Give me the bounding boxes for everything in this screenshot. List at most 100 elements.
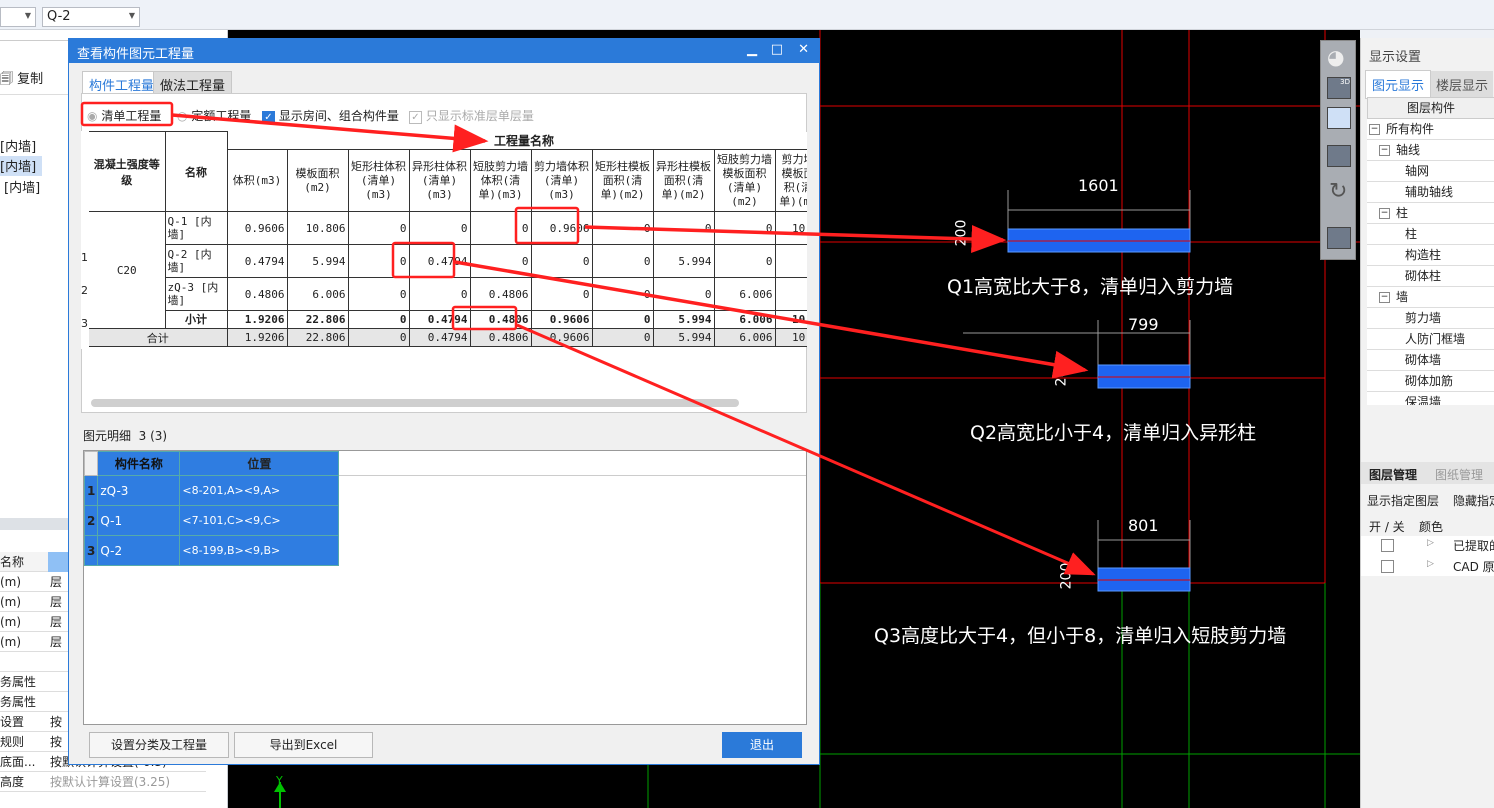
tree-item[interactable]: 辅助轴线 xyxy=(1367,182,1494,203)
value-cell[interactable]: 0 xyxy=(347,328,410,347)
collapse-icon[interactable]: − xyxy=(1379,292,1390,303)
name-cell[interactable]: 小计 xyxy=(164,310,228,329)
value-cell[interactable]: 5.994 xyxy=(286,244,349,278)
horizontal-scrollbar[interactable] xyxy=(91,399,739,407)
tab-element-display[interactable]: 图元显示 xyxy=(1365,70,1432,99)
tree-item[interactable]: 砌体加筋 xyxy=(1367,371,1494,392)
exit-button[interactable]: 退出 xyxy=(722,732,802,758)
tab-drawing-management[interactable]: 图纸管理 xyxy=(1435,466,1483,483)
tree-item[interactable]: − 墙 xyxy=(1367,287,1494,308)
property-value[interactable]: 层 xyxy=(50,612,62,632)
detail-row[interactable]: 1 zQ-3 <8-201,A><9,A> xyxy=(83,475,340,506)
tree-item[interactable]: 保温墙 xyxy=(1367,392,1494,405)
value-cell[interactable]: 0.4806 xyxy=(469,328,532,347)
table-row[interactable]: zQ-3 [内墙] 0.4806 6.006 0 0 0.4806 0 0 0 6.006 xyxy=(89,277,807,311)
std-floor-checkbox[interactable]: ✓ 只显示标准层单层量 xyxy=(409,107,534,124)
tree-item[interactable]: 柱 xyxy=(1367,224,1494,245)
value-cell[interactable]: 0.4794 xyxy=(408,310,471,329)
value-cell[interactable]: 1.9206 xyxy=(226,310,288,329)
tree-item[interactable]: 人防门框墙 xyxy=(1367,329,1494,350)
value-cell[interactable]: 0 xyxy=(591,244,654,278)
tree-item[interactable]: [内墙] xyxy=(0,136,36,155)
value-cell[interactable]: 0.9606 xyxy=(530,211,593,245)
tab-component-qty[interactable]: 构件工程量 xyxy=(82,71,162,94)
value-cell[interactable]: 0 xyxy=(591,211,654,245)
tree-item-selected[interactable]: [内墙] xyxy=(0,156,42,176)
component-dropdown[interactable]: Q-2 ▼ xyxy=(42,7,140,27)
layer-toggle-checkbox[interactable] xyxy=(1381,539,1394,552)
value-cell[interactable]: 0.9606 xyxy=(226,211,288,245)
value-cell[interactable]: 0 xyxy=(408,277,471,311)
name-cell[interactable]: zQ-3 [内墙] xyxy=(164,277,228,311)
bill-qty-radio[interactable]: ◉ 清单工程量 xyxy=(87,107,161,124)
property-value[interactable]: 按 xyxy=(50,732,62,752)
hide-layer-button[interactable]: 隐藏指定 xyxy=(1453,492,1494,509)
component-name[interactable]: zQ-3 xyxy=(97,475,181,506)
value-cell[interactable]: 0 xyxy=(591,277,654,311)
tab-floor-display[interactable]: 楼层显示 xyxy=(1431,71,1494,98)
component-name[interactable]: Q-1 xyxy=(97,505,181,536)
value-cell[interactable]: 0 xyxy=(591,310,654,329)
property-value[interactable]: 按 xyxy=(50,712,62,732)
table-row[interactable]: 小计 1.9206 22.806 0 0.4794 0.4806 0.9606 0 5.994 6… xyxy=(89,310,807,329)
maximize-icon[interactable]: □ xyxy=(771,42,783,57)
minimize-icon[interactable]: ▁ xyxy=(747,42,757,57)
value-cell[interactable]: 0 xyxy=(591,328,654,347)
value-cell[interactable]: 10.806 xyxy=(286,211,349,245)
value-cell[interactable]: 5.994 xyxy=(652,328,715,347)
value-cell[interactable] xyxy=(774,277,807,311)
value-cell[interactable]: 0.4806 xyxy=(469,277,532,311)
property-value[interactable]: 层 xyxy=(50,572,62,592)
collapse-icon[interactable]: − xyxy=(1379,145,1390,156)
tree-item[interactable]: 轴网 xyxy=(1367,161,1494,182)
total-row[interactable]: 合计 1.9206 22.806 0 0.4794 0.4806 0.9606 0 5.994 6… xyxy=(89,328,807,347)
rotate-icon[interactable]: ↻ xyxy=(1329,179,1347,204)
show-rooms-checkbox[interactable]: ✓ 显示房间、组合构件量 xyxy=(262,107,399,124)
wireframe-icon[interactable] xyxy=(1327,107,1351,129)
show-layer-button[interactable]: 显示指定图层 xyxy=(1367,492,1439,509)
value-cell[interactable]: 0 xyxy=(347,310,410,329)
tab-method-qty[interactable]: 做法工程量 xyxy=(153,71,233,94)
tree-item[interactable]: 剪力墙 xyxy=(1367,308,1494,329)
value-cell[interactable]: 0 xyxy=(347,211,410,245)
table-row[interactable]: C20Q-1 [内墙]0.960610.8060000.960600010.8 xyxy=(89,211,807,329)
value-cell[interactable]: 5.994 xyxy=(652,310,715,329)
value-cell[interactable]: 0 xyxy=(652,211,715,245)
value-cell[interactable]: 0 xyxy=(713,211,776,245)
value-cell[interactable]: 10.8 xyxy=(774,211,807,245)
close-icon[interactable]: ✕ xyxy=(798,42,809,57)
value-cell[interactable]: 0 xyxy=(408,211,471,245)
position-cell[interactable]: <8-201,A><9,A> xyxy=(179,475,340,506)
position-cell[interactable]: <8-199,B><9,B> xyxy=(179,535,340,566)
value-cell[interactable]: 0 xyxy=(530,277,593,311)
name-cell[interactable]: Q-2 [内墙] xyxy=(164,244,228,278)
value-cell[interactable]: 22.806 xyxy=(286,328,349,347)
value-cell[interactable]: 0.9606 xyxy=(530,310,593,329)
property-value[interactable]: 层 xyxy=(50,632,62,652)
value-cell[interactable]: 0 xyxy=(713,244,776,278)
layer-toggle-checkbox[interactable] xyxy=(1381,560,1394,573)
value-cell[interactable]: 0 xyxy=(469,211,532,245)
solid-view-icon[interactable] xyxy=(1327,145,1351,167)
value-cell[interactable]: 0 xyxy=(347,244,410,278)
value-cell[interactable]: 0 xyxy=(530,244,593,278)
value-cell[interactable]: 0 xyxy=(347,277,410,311)
component-name[interactable]: Q-2 xyxy=(97,535,181,566)
value-cell[interactable]: 0 xyxy=(469,244,532,278)
property-value[interactable]: 按默认计算设置(3.25) xyxy=(50,772,170,792)
export-excel-button[interactable]: 导出到Excel xyxy=(234,732,373,758)
tree-item[interactable]: − 轴线 xyxy=(1367,140,1494,161)
value-cell[interactable]: 0.4794 xyxy=(408,244,471,278)
tree-item[interactable]: − 所有构件 xyxy=(1367,119,1494,140)
value-cell[interactable]: 10.8 xyxy=(774,328,807,347)
value-cell[interactable]: 0.4806 xyxy=(226,277,288,311)
property-value[interactable]: 层 xyxy=(50,592,62,612)
detail-row[interactable]: 3 Q-2 <8-199,B><9,B> xyxy=(83,535,340,566)
value-cell[interactable]: 22.806 xyxy=(286,310,349,329)
collapse-icon[interactable]: − xyxy=(1379,208,1390,219)
quota-qty-radio[interactable]: ○ 定额工程量 xyxy=(177,107,251,124)
set-class-button[interactable]: 设置分类及工程量 xyxy=(89,732,229,758)
tree-item[interactable]: 构造柱 xyxy=(1367,245,1494,266)
tree-item[interactable]: [内墙] xyxy=(4,177,40,196)
table-row[interactable]: Q-2 [内墙] 0.4794 5.994 0 0.4794 0 0 0 5.994 0 xyxy=(89,244,807,278)
